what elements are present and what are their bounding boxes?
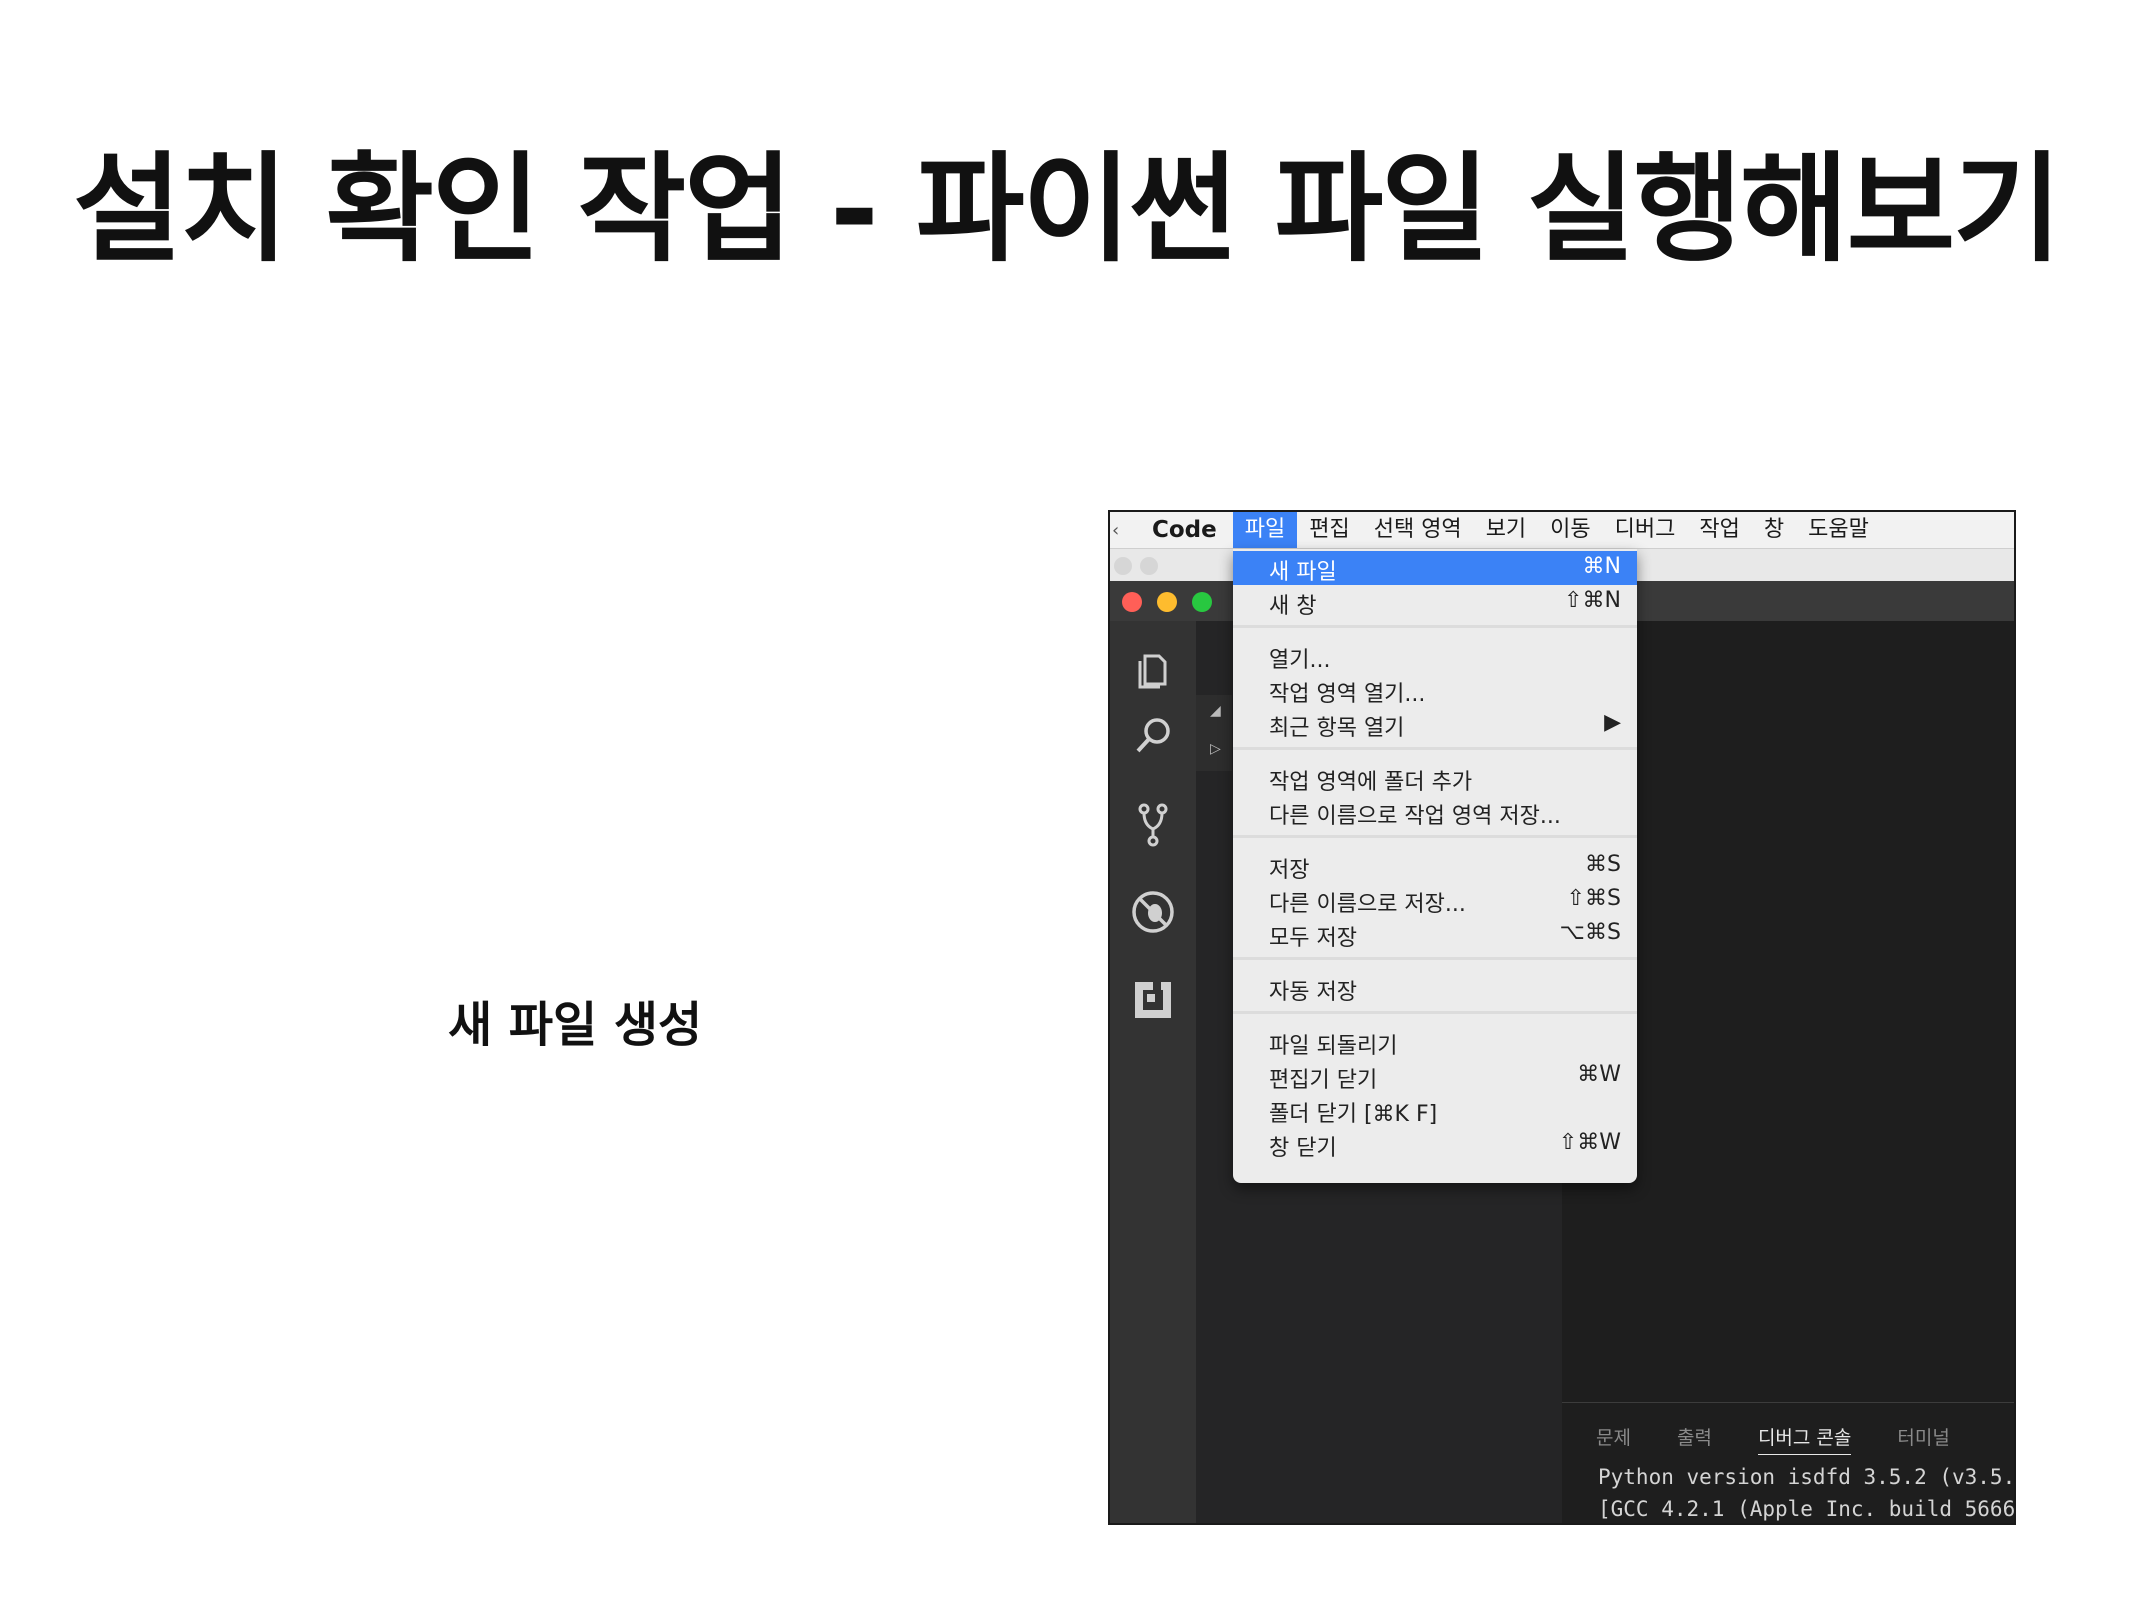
vscode-screenshot: ‹ Code 파일 편집 선택 영역 보기 이동 디버그 작업 창 도움말 ◢ … bbox=[1108, 510, 2016, 1525]
menu-item-open[interactable]: 열기... bbox=[1233, 639, 1637, 673]
submenu-arrow-icon: ▶ bbox=[1604, 710, 1621, 735]
menu-item-label: 열기... bbox=[1269, 648, 1331, 673]
tab-debug-console[interactable]: 디버그 콘솔 bbox=[1757, 1423, 1852, 1455]
zoom-window-button[interactable] bbox=[1192, 592, 1212, 612]
menu-item-save-all[interactable]: 모두 저장 ⌥⌘S bbox=[1233, 917, 1637, 951]
menu-debug[interactable]: 디버그 bbox=[1603, 512, 1688, 548]
menu-separator bbox=[1233, 957, 1637, 960]
menu-item-shortcut: ⌥⌘S bbox=[1559, 920, 1621, 945]
close-window-button[interactable] bbox=[1122, 592, 1142, 612]
menu-item-shortcut: ⌘N bbox=[1582, 554, 1621, 579]
mac-menubar: ‹ Code 파일 편집 선택 영역 보기 이동 디버그 작업 창 도움말 bbox=[1110, 512, 2014, 549]
menu-separator bbox=[1233, 1011, 1637, 1014]
menu-item-open-workspace[interactable]: 작업 영역 열기... bbox=[1233, 673, 1637, 707]
menu-item-open-recent[interactable]: 최근 항목 열기 ▶ bbox=[1233, 707, 1637, 741]
console-line: Python version isdfd 3.5.2 (v3.5. bbox=[1598, 1465, 2016, 1489]
collapse-triangle-icon[interactable]: ◢ bbox=[1210, 703, 1221, 719]
panel-tabs: 문제 출력 디버그 콘솔 터미널 bbox=[1596, 1423, 1950, 1455]
menu-item-close-folder[interactable]: 폴더 닫기 [⌘K F] bbox=[1233, 1093, 1637, 1127]
menubar-app-name[interactable]: Code bbox=[1124, 517, 1233, 543]
menu-item-label: 창 닫기 bbox=[1269, 1136, 1337, 1161]
tab-terminal[interactable]: 터미널 bbox=[1897, 1423, 1949, 1455]
menu-window[interactable]: 창 bbox=[1752, 512, 1796, 548]
menu-item-label: 다른 이름으로 작업 영역 저장... bbox=[1269, 804, 1561, 829]
menu-item-save-workspace-as[interactable]: 다른 이름으로 작업 영역 저장... bbox=[1233, 795, 1637, 829]
menu-item-shortcut: ⇧⌘N bbox=[1564, 588, 1621, 613]
expand-triangle-icon[interactable]: ▷ bbox=[1210, 741, 1221, 757]
inactive-window-dot bbox=[1140, 557, 1158, 575]
tab-output[interactable]: 출력 bbox=[1677, 1423, 1712, 1455]
menu-item-label: 편집기 닫기 bbox=[1269, 1068, 1378, 1093]
menu-separator bbox=[1233, 625, 1637, 628]
source-control-icon[interactable] bbox=[1130, 801, 1176, 847]
tab-problems[interactable]: 문제 bbox=[1596, 1423, 1631, 1455]
menu-item-label: 최근 항목 열기 bbox=[1269, 716, 1405, 741]
menu-separator bbox=[1233, 747, 1637, 750]
menu-item-new-window[interactable]: 새 창 ⇧⌘N bbox=[1233, 585, 1637, 619]
menu-item-label: 자동 저장 bbox=[1269, 980, 1357, 1005]
menu-view[interactable]: 보기 bbox=[1474, 512, 1538, 548]
slide-title: 설치 확인 작업 - 파이썬 파일 실행해보기 bbox=[73, 140, 2061, 278]
menu-item-auto-save[interactable]: 자동 저장 bbox=[1233, 971, 1637, 1005]
menu-item-shortcut: ⌘W bbox=[1577, 1062, 1621, 1087]
menu-item-label: 폴더 닫기 [⌘K F] bbox=[1269, 1102, 1438, 1127]
menu-item-label: 작업 영역에 폴더 추가 bbox=[1269, 770, 1473, 795]
menu-item-label: 새 창 bbox=[1269, 594, 1317, 619]
menu-item-label: 새 파일 bbox=[1269, 560, 1337, 585]
menu-edit[interactable]: 편집 bbox=[1297, 512, 1361, 548]
file-menu-dropdown: 새 파일 ⌘N 새 창 ⇧⌘N 열기... 작업 영역 열기... 최근 항목 … bbox=[1233, 549, 1637, 1183]
menu-item-shortcut: ⇧⌘S bbox=[1566, 886, 1621, 911]
inactive-window-dot bbox=[1114, 557, 1132, 575]
menu-help[interactable]: 도움말 bbox=[1796, 512, 1881, 548]
slide-caption: 새 파일 생성 bbox=[448, 997, 703, 1053]
menu-tasks[interactable]: 작업 bbox=[1687, 512, 1751, 548]
menu-separator bbox=[1233, 835, 1637, 838]
debug-icon[interactable] bbox=[1130, 889, 1176, 935]
menubar-edge-glyph: ‹ bbox=[1112, 519, 1120, 541]
menu-item-save[interactable]: 저장 ⌘S bbox=[1233, 849, 1637, 883]
menu-item-shortcut: ⌘S bbox=[1585, 852, 1621, 877]
search-icon[interactable] bbox=[1130, 713, 1176, 759]
menu-go[interactable]: 이동 bbox=[1538, 512, 1602, 548]
bottom-panel: 문제 출력 디버그 콘솔 터미널 Python version isdfd 3.… bbox=[1562, 1402, 2016, 1523]
menu-item-label: 다른 이름으로 저장... bbox=[1269, 892, 1466, 917]
menu-item-label: 작업 영역 열기... bbox=[1269, 682, 1426, 707]
activity-bar bbox=[1110, 621, 1196, 1523]
menu-item-revert-file[interactable]: 파일 되돌리기 bbox=[1233, 1025, 1637, 1059]
menu-selection[interactable]: 선택 영역 bbox=[1362, 512, 1474, 548]
minimize-window-button[interactable] bbox=[1157, 592, 1177, 612]
menu-item-close-window[interactable]: 창 닫기 ⇧⌘W bbox=[1233, 1127, 1637, 1161]
extensions-icon[interactable] bbox=[1130, 977, 1176, 1023]
menu-item-add-folder-to-workspace[interactable]: 작업 영역에 폴더 추가 bbox=[1233, 761, 1637, 795]
menu-item-close-editor[interactable]: 편집기 닫기 ⌘W bbox=[1233, 1059, 1637, 1093]
menu-item-save-as[interactable]: 다른 이름으로 저장... ⇧⌘S bbox=[1233, 883, 1637, 917]
menu-item-label: 저장 bbox=[1269, 858, 1310, 883]
console-line: [GCC 4.2.1 (Apple Inc. build 5666 bbox=[1598, 1497, 2016, 1521]
menu-file[interactable]: 파일 bbox=[1232, 512, 1298, 548]
menu-item-label: 파일 되돌리기 bbox=[1269, 1034, 1398, 1059]
menu-item-new-file[interactable]: 새 파일 ⌘N bbox=[1233, 551, 1637, 585]
files-icon[interactable] bbox=[1130, 646, 1176, 692]
menu-item-label: 모두 저장 bbox=[1269, 926, 1357, 951]
menu-item-shortcut: ⇧⌘W bbox=[1558, 1130, 1621, 1155]
